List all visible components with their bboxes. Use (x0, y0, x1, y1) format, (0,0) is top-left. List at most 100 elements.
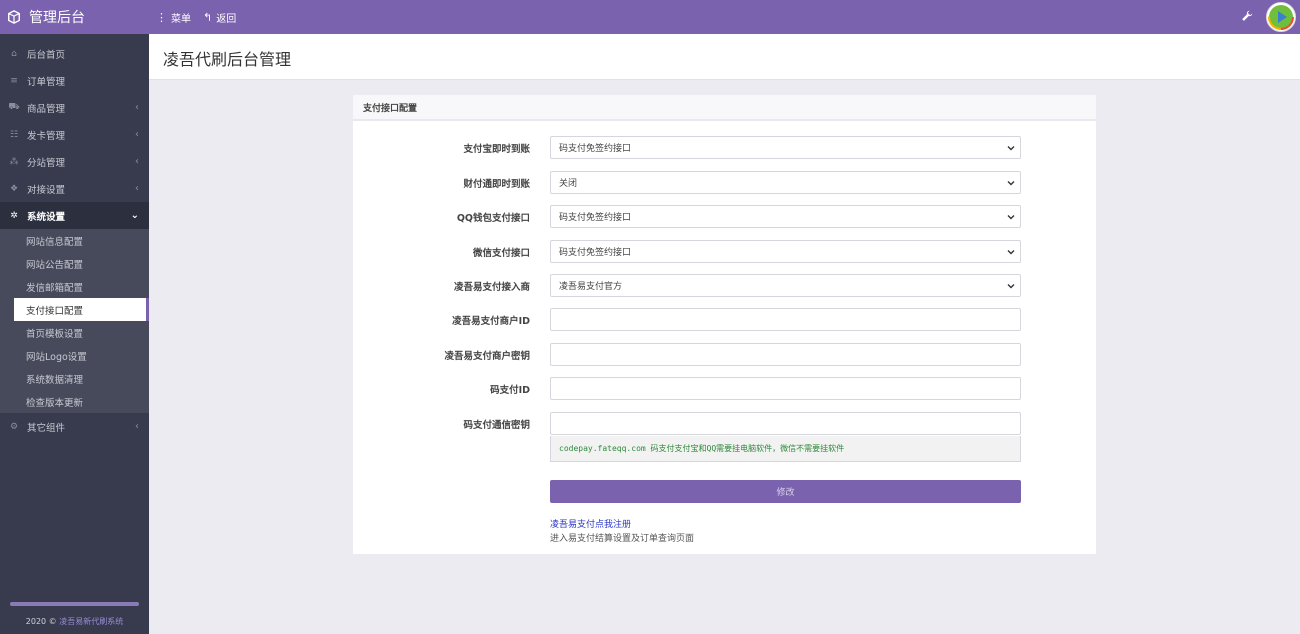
chevron-left-icon: ‹ (135, 129, 139, 140)
submenu-item-label: 网站信息配置 (26, 236, 84, 248)
sidebar-item-label: 商品管理 (27, 103, 66, 115)
select-value: 关闭 (559, 179, 578, 189)
submenu-item-payment[interactable]: 支付接口配置 (14, 298, 149, 321)
sitemap-icon: ⁂ (9, 156, 19, 167)
sidebar: ⌂ 后台首页 ≡ 订单管理 ⛟ 商品管理 ‹ ☷ 发卡管理 ‹ ⁂ 分站管理 ‹… (0, 34, 149, 634)
chevron-left-icon: ‹ (135, 156, 139, 167)
cart-icon: ⛟ (8, 102, 20, 112)
submenu-item-label: 网站Logo设置 (26, 351, 87, 363)
epay-note-text: 进入易支付结算设置及订单查询页面 (550, 534, 695, 544)
alipay-select[interactable]: 码支付免签约接口 (550, 136, 1021, 159)
sidebar-item-label: 系统设置 (27, 211, 66, 223)
cubes-icon: ❖ (9, 183, 19, 194)
form-row-codepay-key: 码支付通信密钥 (353, 412, 1096, 435)
submenu-item-site-info[interactable]: 网站信息配置 (0, 229, 149, 252)
select-value: 码支付免签约接口 (559, 213, 632, 223)
submenu-item-template[interactable]: 首页模板设置 (0, 321, 149, 344)
grid-icon: ☷ (9, 129, 19, 140)
form-row-alipay: 支付宝即时到账 码支付免签约接口 (353, 136, 1096, 159)
sidebar-item-label: 后台首页 (27, 49, 66, 61)
epay-provider-select[interactable]: 凌吾易支付官方 (550, 274, 1021, 297)
list-icon: ≡ (10, 75, 18, 86)
form-row-qqwallet: QQ钱包支付接口 码支付免签约接口 (353, 205, 1096, 228)
field-label: 凌吾易支付接入商 (453, 282, 530, 293)
form-row-epay-provider: 凌吾易支付接入商 凌吾易支付官方 (353, 274, 1096, 297)
menu-button[interactable]: ⋮ 菜单 (156, 10, 191, 25)
panel-title: 支付接口配置 (353, 95, 1096, 121)
chevron-left-icon: ‹ (135, 102, 139, 113)
sidebar-item-home[interactable]: ⌂ 后台首页 (0, 40, 149, 67)
sidebar-item-substations[interactable]: ⁂ 分站管理 ‹ (0, 148, 149, 175)
back-button[interactable]: ↰ 返回 (203, 10, 236, 25)
sidebar-item-label: 其它组件 (27, 422, 66, 434)
form-row-epay-merchant-key: 凌吾易支付商户密钥 (353, 343, 1096, 366)
epay-register-link[interactable]: 凌吾易支付点我注册 (550, 517, 631, 530)
tenpay-select[interactable]: 关闭 (550, 171, 1021, 194)
sidebar-item-label: 分站管理 (27, 157, 66, 169)
submenu-item-mail[interactable]: 发信邮箱配置 (0, 275, 149, 298)
chevron-left-icon: ‹ (135, 421, 139, 432)
sidebar-item-orders[interactable]: ≡ 订单管理 (0, 67, 149, 94)
sidebar-item-cards[interactable]: ☷ 发卡管理 ‹ (0, 121, 149, 148)
submit-button[interactable]: 修改 (550, 480, 1021, 503)
select-value: 码支付免签约接口 (559, 144, 632, 154)
codepay-key-input[interactable] (550, 412, 1021, 435)
sidebar-item-products[interactable]: ⛟ 商品管理 ‹ (0, 94, 149, 121)
menu-label: 菜单 (171, 13, 191, 25)
sidebar-scroll-bar[interactable] (10, 602, 139, 606)
select-value: 码支付免签约接口 (559, 248, 632, 258)
sidebar-item-other-components[interactable]: ⚙ 其它组件 ‹ (0, 413, 149, 440)
submenu-item-label: 检查版本更新 (26, 397, 84, 409)
copyright-year: 2020 © (25, 617, 57, 626)
wrench-icon[interactable] (1240, 9, 1254, 23)
submenu-item-label: 支付接口配置 (26, 305, 84, 317)
sidebar-item-label: 订单管理 (27, 76, 66, 88)
sidebar-item-docking[interactable]: ❖ 对接设置 ‹ (0, 175, 149, 202)
home-icon: ⌂ (11, 48, 17, 59)
top-actions: ⋮ 菜单 ↰ 返回 (156, 0, 248, 34)
epay-merchant-key-input[interactable] (550, 343, 1021, 366)
submenu-item-label: 网站公告配置 (26, 259, 84, 271)
vertical-dots-icon: ⋮ (156, 10, 167, 24)
epay-merchant-id-input[interactable] (550, 308, 1021, 331)
copyright: 2020 © 凌吾易新代刷系统 (0, 616, 149, 627)
chevron-down-icon (1007, 146, 1015, 151)
brand[interactable]: 管理后台 (0, 0, 149, 34)
reply-icon: ↰ (203, 10, 213, 24)
chevron-down-icon: ⌄ (130, 210, 139, 221)
gears-icon: ⚙ (9, 421, 19, 432)
gear-icon: ✲ (10, 210, 18, 221)
codepay-id-input[interactable] (550, 377, 1021, 400)
wechat-select[interactable]: 码支付免签约接口 (550, 240, 1021, 263)
chevron-down-icon (1007, 284, 1015, 289)
submenu-item-label: 发信邮箱配置 (26, 282, 84, 294)
field-label: 财付通即时到账 (463, 179, 530, 190)
qqwallet-select[interactable]: 码支付免签约接口 (550, 205, 1021, 228)
submenu-item-cleanup[interactable]: 系统数据清理 (0, 367, 149, 390)
copyright-link[interactable]: 凌吾易新代刷系统 (59, 617, 123, 626)
submenu-item-logo[interactable]: 网站Logo设置 (0, 344, 149, 367)
submenu-item-announcements[interactable]: 网站公告配置 (0, 252, 149, 275)
top-bar: 管理后台 ⋮ 菜单 ↰ 返回 (0, 0, 1300, 34)
chevron-down-icon (1007, 250, 1015, 255)
field-label: 支付宝即时到账 (463, 144, 530, 155)
sidebar-item-system-settings[interactable]: ✲ 系统设置 ⌄ (0, 202, 149, 229)
form-row-epay-merchant-id: 凌吾易支付商户ID (353, 308, 1096, 331)
codepay-help-text: codepay.fateqq.com 码支付支付宝和QQ需要挂电脑软件，微信不需… (550, 436, 1021, 462)
form-row-tenpay: 财付通即时到账 关闭 (353, 171, 1096, 194)
payment-config-panel: 支付接口配置 支付宝即时到账 码支付免签约接口 财付通即时到账 关闭 QQ钱包支… (353, 95, 1096, 554)
chevron-down-icon (1007, 181, 1015, 186)
submenu-item-update[interactable]: 检查版本更新 (0, 390, 149, 413)
field-label: 凌吾易支付商户ID (452, 316, 530, 327)
select-value: 凌吾易支付官方 (559, 282, 623, 292)
field-label: QQ钱包支付接口 (456, 213, 530, 224)
play-logo-icon (1268, 4, 1294, 30)
avatar[interactable] (1266, 2, 1296, 32)
sidebar-item-label: 发卡管理 (27, 130, 66, 142)
field-label: 凌吾易支付商户密钥 (444, 351, 530, 362)
cube-icon (8, 10, 20, 24)
form-row-wechat: 微信支付接口 码支付免签约接口 (353, 240, 1096, 263)
sidebar-item-label: 对接设置 (27, 184, 66, 196)
chevron-left-icon: ‹ (135, 183, 139, 194)
submenu-item-label: 首页模板设置 (26, 328, 84, 340)
